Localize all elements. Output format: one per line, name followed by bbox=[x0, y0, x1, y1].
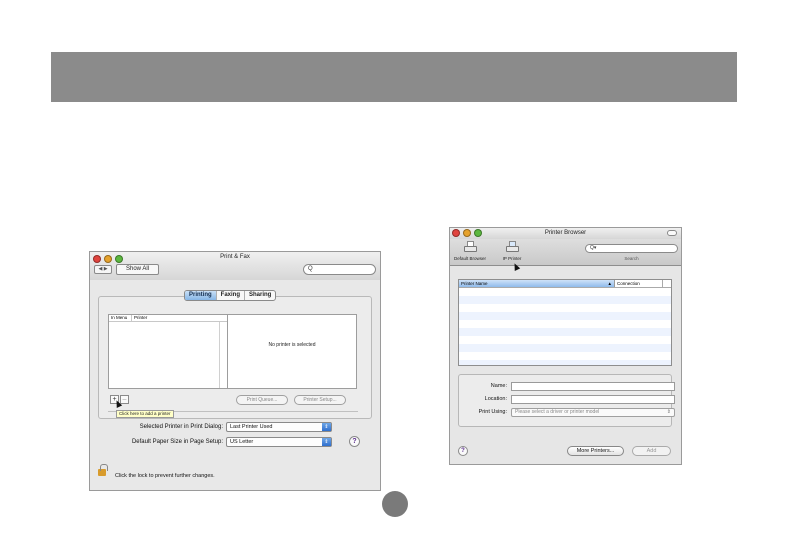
window-title: Printer Browser bbox=[544, 230, 587, 236]
printer-search-input[interactable]: Q▾ bbox=[585, 244, 678, 253]
table-row bbox=[459, 312, 671, 320]
show-all-button[interactable]: Show All bbox=[116, 264, 159, 275]
more-printers-button[interactable]: More Printers... bbox=[567, 446, 624, 456]
selected-printer-popup[interactable]: Last Printer Used ⇕ bbox=[226, 422, 332, 432]
popup-arrows-icon: ⇕ bbox=[666, 409, 671, 415]
table-row bbox=[459, 320, 671, 328]
page: Print & Fax ◀ ▶ Show All Q Printing Faxi… bbox=[0, 0, 795, 554]
header-banner bbox=[51, 52, 737, 102]
lock-message: Click the lock to prevent further change… bbox=[115, 473, 215, 479]
paper-size-label: Default Paper Size in Page Setup: bbox=[131, 439, 223, 445]
column-in-menu[interactable]: In Menu bbox=[109, 315, 132, 321]
selected-printer-value: Last Printer Used bbox=[230, 424, 273, 430]
tab-sharing[interactable]: Sharing bbox=[245, 291, 275, 300]
print-fax-window: Print & Fax ◀ ▶ Show All Q Printing Faxi… bbox=[89, 251, 381, 491]
name-field[interactable] bbox=[511, 382, 675, 391]
tab-bar: Printing Faxing Sharing bbox=[184, 290, 277, 301]
popup-arrows-icon: ⇕ bbox=[322, 438, 331, 446]
printer-browser-toolbar: Default Browser IP Printer Q▾ Search bbox=[450, 239, 681, 271]
printer-setup-button[interactable]: Printer Setup... bbox=[294, 395, 346, 405]
location-label: Location: bbox=[484, 396, 507, 402]
add-button[interactable]: Add bbox=[632, 446, 671, 456]
table-row bbox=[459, 360, 671, 365]
table-row bbox=[459, 304, 671, 312]
column-connection[interactable]: Connection bbox=[615, 280, 663, 287]
window-title: Print & Fax bbox=[220, 254, 250, 260]
table-row bbox=[459, 344, 671, 352]
print-queue-button[interactable]: Print Queue... bbox=[236, 395, 288, 405]
back-forward-button[interactable]: ◀ ▶ bbox=[94, 265, 112, 274]
printer-list[interactable]: In Menu Printer bbox=[108, 314, 228, 389]
table-row bbox=[459, 288, 671, 296]
search-icon: Q▾ bbox=[590, 245, 597, 251]
page-marker-circle bbox=[382, 491, 408, 517]
lock-icon[interactable] bbox=[98, 464, 108, 476]
no-printer-message: No printer is selected bbox=[268, 342, 316, 348]
location-field[interactable] bbox=[511, 395, 675, 404]
tab-printing[interactable]: Printing bbox=[185, 291, 217, 300]
help-button[interactable]: ? bbox=[349, 436, 360, 447]
print-using-label: Print Using: bbox=[478, 409, 507, 415]
search-label: Search bbox=[624, 256, 639, 261]
print-fax-titlebar: Print & Fax ◀ ▶ Show All Q bbox=[90, 252, 380, 280]
table-row bbox=[459, 328, 671, 336]
list-divider bbox=[219, 322, 220, 388]
paper-size-popup[interactable]: US Letter ⇕ bbox=[226, 437, 332, 447]
mouse-cursor-icon bbox=[511, 262, 521, 271]
tab-faxing[interactable]: Faxing bbox=[217, 291, 246, 300]
print-using-popup[interactable]: Please select a driver or printer model … bbox=[511, 408, 675, 417]
printer-table[interactable]: Printer Name ▲ Connection bbox=[458, 279, 672, 366]
default-browser-button[interactable]: Default Browser bbox=[452, 240, 488, 261]
default-browser-label: Default Browser bbox=[453, 256, 486, 261]
column-printer-name[interactable]: Printer Name ▲ bbox=[459, 280, 615, 287]
column-printer[interactable]: Printer bbox=[132, 315, 147, 321]
name-label: Name: bbox=[490, 383, 507, 389]
printer-details-box: Name: Location: Print Using: Please sele… bbox=[458, 374, 675, 427]
selected-printer-label: Selected Printer in Print Dialog: bbox=[139, 424, 223, 430]
printer-list-header: In Menu Printer bbox=[109, 315, 227, 322]
help-button[interactable]: ? bbox=[458, 446, 468, 456]
search-icon: Q bbox=[308, 266, 313, 272]
toolbar-toggle-button[interactable] bbox=[667, 230, 677, 236]
printer-table-header: Printer Name ▲ Connection bbox=[459, 280, 671, 288]
sort-ascending-icon: ▲ bbox=[607, 281, 612, 286]
column-printer-name-label: Printer Name bbox=[461, 281, 488, 286]
table-row bbox=[459, 352, 671, 360]
table-row bbox=[459, 296, 671, 304]
add-printer-tooltip: Click here to add a printer bbox=[116, 410, 174, 418]
printer-browser-titlebar: Printer Browser bbox=[450, 228, 681, 239]
print-using-value: Please select a driver or printer model bbox=[515, 409, 600, 415]
printer-detail-pane: No printer is selected bbox=[228, 314, 357, 389]
printer-magnifier-icon bbox=[462, 240, 478, 255]
ip-printer-button[interactable]: IP Printer bbox=[494, 240, 530, 261]
printer-globe-icon bbox=[504, 240, 520, 255]
ip-printer-label: IP Printer bbox=[502, 256, 522, 261]
table-row bbox=[459, 336, 671, 344]
popup-arrows-icon: ⇕ bbox=[322, 423, 331, 431]
printer-browser-window: Printer Browser Default Browser IP Print… bbox=[449, 227, 682, 465]
paper-size-value: US Letter bbox=[230, 439, 254, 445]
search-input[interactable]: Q bbox=[303, 264, 376, 275]
